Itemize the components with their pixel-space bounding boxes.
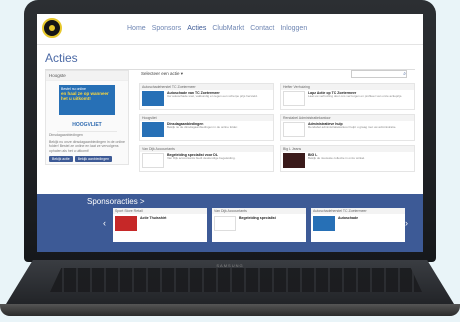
action-card[interactable]: Autoschadeherstel TC Zoetermeer Autoscha… — [139, 83, 274, 110]
card-image — [142, 122, 164, 137]
card-image — [283, 153, 305, 168]
card-image — [142, 153, 164, 168]
card-header: Big L Jeans — [281, 146, 414, 152]
slide-title: Actie Thuisshirt — [140, 216, 167, 220]
actions-list: Selecteer een actie ▾ ⌕ Autoschadeherste… — [139, 70, 415, 172]
sponsor-carousel: Sport Store Retail Actie Thuisshirt Van … — [113, 208, 405, 242]
sponsor-slide[interactable]: Autoschadeherstel TC Zoetermeer Autoscha… — [311, 208, 405, 242]
search-icon[interactable]: ⌕ — [403, 71, 406, 77]
action-card[interactable]: Rendabel Administratiekantoor Administra… — [280, 114, 415, 141]
nav-home[interactable]: Home — [127, 25, 146, 32]
laptop-brand: SAMSUNG — [216, 263, 244, 268]
card-text: Laat uw verhuizing door ons verzorgen en… — [308, 94, 403, 98]
slide-image — [313, 216, 335, 231]
card-header: Rendabel Administratiekantoor — [281, 115, 414, 121]
slide-header: Van Dijk Accountants — [212, 208, 306, 214]
keyboard — [50, 268, 422, 292]
laptop-base: SAMSUNG — [0, 258, 460, 320]
nav-inloggen[interactable]: Inloggen — [280, 25, 307, 32]
club-logo[interactable] — [42, 18, 62, 38]
hoogvliet-logo: HOOGVLIET — [57, 119, 117, 132]
slide-image — [115, 216, 137, 231]
panel-buttons: Bekijk actie Bekijk aanbiedingen — [46, 154, 128, 164]
search-input[interactable]: ⌕ — [351, 70, 407, 78]
card-text: Bekijk de nieuwste collectie in onze win… — [308, 156, 366, 160]
action-card[interactable]: Van Dijk Accountants Begeleiding special… — [139, 145, 274, 172]
card-text: Uw autoschade snel, vakkundig en tegen e… — [167, 94, 258, 98]
card-header: Hefter Verhuizing — [281, 84, 414, 90]
main-nav: Home Sponsors Acties ClubMarkt Contact I… — [127, 25, 307, 32]
action-cards: Autoschadeherstel TC Zoetermeer Autoscha… — [139, 83, 415, 172]
chevron-down-icon: ▾ — [180, 71, 184, 76]
panel-header: Hoogste — [46, 71, 128, 81]
card-text: Rendabel administratiekantoor helpt u gr… — [308, 125, 397, 129]
laptop-front-edge — [0, 304, 460, 316]
nav-contact[interactable]: Contact — [250, 25, 274, 32]
view-offers-button[interactable]: Bekijk aanbiedingen — [74, 156, 113, 162]
card-header: Van Dijk Accountants — [140, 146, 273, 152]
slide-header: Sport Store Retail — [113, 208, 207, 214]
nav-sponsors[interactable]: Sponsors — [152, 25, 182, 32]
action-card[interactable]: Big L Jeans BIG L Bekijk de nieuwste col… — [280, 145, 415, 172]
hoogvliet-ad-image[interactable]: Bestel nu online en haal ze op wanneer h… — [59, 85, 115, 115]
sponsoracties-title[interactable]: Sponsoracties > — [87, 197, 145, 206]
slide-header: Autoschadeherstel TC Zoetermeer — [311, 208, 405, 214]
card-image — [142, 91, 164, 106]
laptop-deck: SAMSUNG — [6, 260, 454, 304]
card-image — [283, 122, 305, 137]
card-header: Hoogvliet — [140, 115, 273, 121]
nav-acties[interactable]: Acties — [187, 25, 206, 32]
card-text: Bekijk nu de dinsdagaanbiedingen in de o… — [167, 125, 238, 129]
action-card[interactable]: Hoogvliet Dinsdagaanbiedingen Bekijk nu … — [139, 114, 274, 141]
slide-image — [214, 216, 236, 231]
slide-title: Autoschade — [338, 216, 359, 220]
action-card[interactable]: Hefter Verhuizing Lapz Actie op TC Zoete… — [280, 83, 415, 110]
view-action-button[interactable]: Bekijk actie — [49, 156, 73, 162]
action-select-label: Selecteer een actie — [141, 71, 180, 76]
ad-line2: en haal ze op wanneer het u uitkomt! — [61, 91, 109, 101]
nav-clubmarkt[interactable]: ClubMarkt — [212, 25, 244, 32]
page-title: Acties — [45, 51, 78, 65]
chevron-right-icon[interactable]: › — [405, 218, 408, 228]
card-header: Autoschadeherstel TC Zoetermeer — [140, 84, 273, 90]
card-text: Van Dijk accountants biedt deskundige be… — [167, 156, 236, 160]
sponsor-slide[interactable]: Sport Store Retail Actie Thuisshirt — [113, 208, 207, 242]
caption-text: Bekijk nu onze dinsdagaanbiedingen in de… — [49, 139, 125, 153]
filter-row: Selecteer een actie ▾ ⌕ — [139, 70, 415, 79]
chevron-left-icon[interactable]: ‹ — [103, 218, 106, 228]
slide-title: Begeleiding specialist — [239, 216, 276, 220]
website-screen: Home Sponsors Acties ClubMarkt Contact I… — [37, 14, 423, 252]
action-select[interactable]: Selecteer een actie ▾ — [141, 71, 183, 77]
featured-action-panel: Hoogste Bestel nu online en haal ze op w… — [45, 70, 129, 165]
top-bar: Home Sponsors Acties ClubMarkt Contact I… — [37, 14, 423, 45]
card-image — [283, 91, 305, 106]
sponsor-slide[interactable]: Van Dijk Accountants Begeleiding special… — [212, 208, 306, 242]
